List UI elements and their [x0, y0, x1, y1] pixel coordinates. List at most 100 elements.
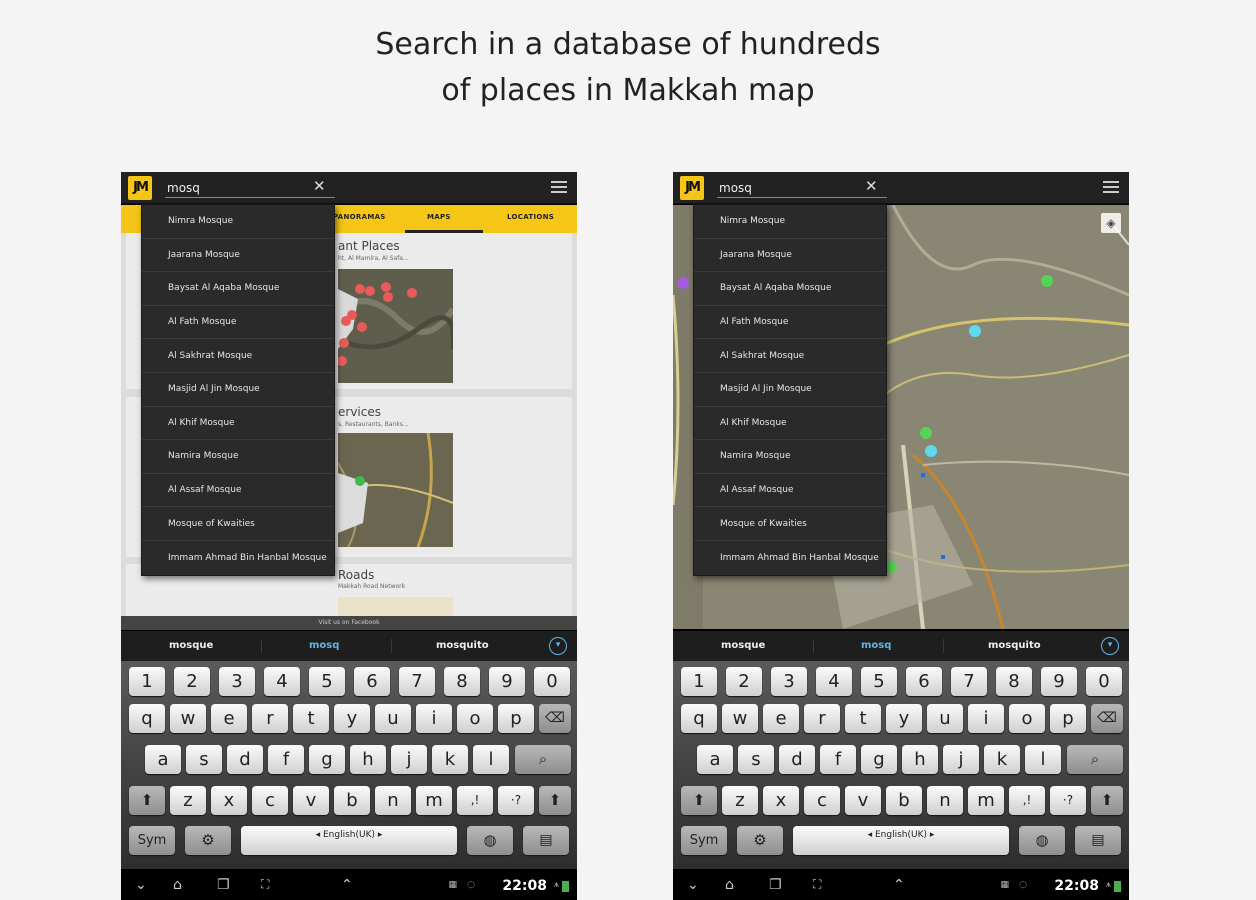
key[interactable]: u	[927, 704, 963, 733]
sym-key[interactable]: Sym	[681, 826, 727, 855]
gear-icon[interactable]: ⚙	[185, 826, 231, 855]
key[interactable]: j	[943, 745, 979, 774]
key[interactable]: a	[697, 745, 733, 774]
search-icon[interactable]: ⌕	[1067, 745, 1123, 774]
key[interactable]: l	[473, 745, 509, 774]
key[interactable]: p	[498, 704, 534, 733]
close-icon[interactable]: ✕	[865, 177, 878, 195]
shift-icon[interactable]: ⬆	[539, 786, 571, 815]
close-icon[interactable]: ✕	[313, 177, 326, 195]
key[interactable]: j	[391, 745, 427, 774]
key[interactable]: r	[252, 704, 288, 733]
key[interactable]: m	[968, 786, 1004, 815]
key[interactable]: e	[763, 704, 799, 733]
key[interactable]: v	[845, 786, 881, 815]
chevron-down-icon[interactable]: ⌄	[135, 877, 147, 893]
key[interactable]: b	[334, 786, 370, 815]
suggestion-item[interactable]: Nimra Mosque	[694, 205, 886, 239]
sym-key[interactable]: Sym	[129, 826, 175, 855]
key[interactable]: y	[886, 704, 922, 733]
key[interactable]: 4	[816, 667, 852, 696]
key[interactable]: 4	[264, 667, 300, 696]
word-suggestion-current[interactable]: mosq	[861, 640, 891, 651]
key[interactable]: 5	[309, 667, 345, 696]
key[interactable]: 2	[174, 667, 210, 696]
key[interactable]: f	[268, 745, 304, 774]
key[interactable]: 1	[681, 667, 717, 696]
shift-icon[interactable]: ⬆	[129, 786, 165, 815]
suggestion-item[interactable]: Al Fath Mosque	[694, 306, 886, 340]
facebook-bar[interactable]: Visit us on Facebook	[121, 616, 577, 630]
key[interactable]: 8	[996, 667, 1032, 696]
app-logo[interactable]: JM	[128, 176, 152, 200]
key[interactable]: 3	[219, 667, 255, 696]
space-key[interactable]: ◂ English(UK) ▸	[793, 826, 1009, 855]
key[interactable]: s	[738, 745, 774, 774]
key[interactable]: e	[211, 704, 247, 733]
shift-icon[interactable]: ⬆	[681, 786, 717, 815]
suggestion-item[interactable]: Al Assaf Mosque	[142, 474, 334, 508]
suggestion-item[interactable]: Immam Ahmad Bin Hanbal Mosque	[142, 541, 334, 575]
suggestion-item[interactable]: Masjid Al Jin Mosque	[694, 373, 886, 407]
suggestion-item[interactable]: Mosque of Kwaities	[142, 507, 334, 541]
key[interactable]: c	[804, 786, 840, 815]
screenshot-icon[interactable]: ⛶	[261, 877, 269, 892]
key[interactable]: w	[170, 704, 206, 733]
key[interactable]: 3	[771, 667, 807, 696]
tab-panoramas[interactable]: PANORAMAS	[333, 213, 386, 221]
clipboard-icon[interactable]: ▤	[523, 826, 569, 855]
suggestion-item[interactable]: Al Khif Mosque	[694, 407, 886, 441]
key[interactable]: k	[984, 745, 1020, 774]
suggestion-item[interactable]: Al Fath Mosque	[142, 306, 334, 340]
key[interactable]: ,!	[1009, 786, 1045, 815]
key[interactable]: n	[927, 786, 963, 815]
key[interactable]: 6	[354, 667, 390, 696]
recent-apps-icon[interactable]: ❐	[217, 877, 230, 893]
filter-icon[interactable]	[551, 178, 567, 196]
key[interactable]: a	[145, 745, 181, 774]
app-logo[interactable]: JM	[680, 176, 704, 200]
key[interactable]: c	[252, 786, 288, 815]
key[interactable]: o	[1009, 704, 1045, 733]
home-icon[interactable]: ⌂	[173, 877, 182, 893]
key[interactable]: d	[227, 745, 263, 774]
tab-maps[interactable]: MAPS	[427, 213, 451, 221]
suggestion-item[interactable]: Jaarana Mosque	[142, 239, 334, 273]
key[interactable]: g	[861, 745, 897, 774]
key[interactable]: 8	[444, 667, 480, 696]
suggestion-item[interactable]: Al Assaf Mosque	[694, 474, 886, 508]
key[interactable]: z	[170, 786, 206, 815]
suggestion-item[interactable]: Al Sakhrat Mosque	[142, 339, 334, 373]
word-suggestion[interactable]: mosquito	[436, 640, 489, 651]
suggestion-item[interactable]: Jaarana Mosque	[694, 239, 886, 273]
key[interactable]: 5	[861, 667, 897, 696]
key[interactable]: 7	[951, 667, 987, 696]
home-icon[interactable]: ⌂	[725, 877, 734, 893]
key[interactable]: ·?	[1050, 786, 1086, 815]
globe-icon[interactable]: ◍	[467, 826, 513, 855]
key[interactable]: i	[968, 704, 1004, 733]
suggestion-item[interactable]: Namira Mosque	[142, 440, 334, 474]
suggestion-item[interactable]: Baysat Al Aqaba Mosque	[694, 272, 886, 306]
key[interactable]: d	[779, 745, 815, 774]
key[interactable]: ,!	[457, 786, 493, 815]
word-suggestion[interactable]: mosquito	[988, 640, 1041, 651]
key[interactable]: k	[432, 745, 468, 774]
key[interactable]: b	[886, 786, 922, 815]
filter-icon[interactable]	[1103, 178, 1119, 196]
chevron-down-icon[interactable]: ⌄	[687, 877, 699, 893]
search-icon[interactable]: ⌕	[515, 745, 571, 774]
suggestion-item[interactable]: Masjid Al Jin Mosque	[142, 373, 334, 407]
key[interactable]: h	[350, 745, 386, 774]
key[interactable]: w	[722, 704, 758, 733]
key[interactable]: 0	[534, 667, 570, 696]
suggestion-item[interactable]: Immam Ahmad Bin Hanbal Mosque	[694, 541, 886, 575]
key[interactable]: q	[129, 704, 165, 733]
key[interactable]: i	[416, 704, 452, 733]
word-suggestion[interactable]: mosque	[721, 640, 765, 651]
key[interactable]: y	[334, 704, 370, 733]
key[interactable]: n	[375, 786, 411, 815]
chevron-up-icon[interactable]: ⌃	[893, 877, 905, 893]
key[interactable]: f	[820, 745, 856, 774]
key[interactable]: ·?	[498, 786, 534, 815]
